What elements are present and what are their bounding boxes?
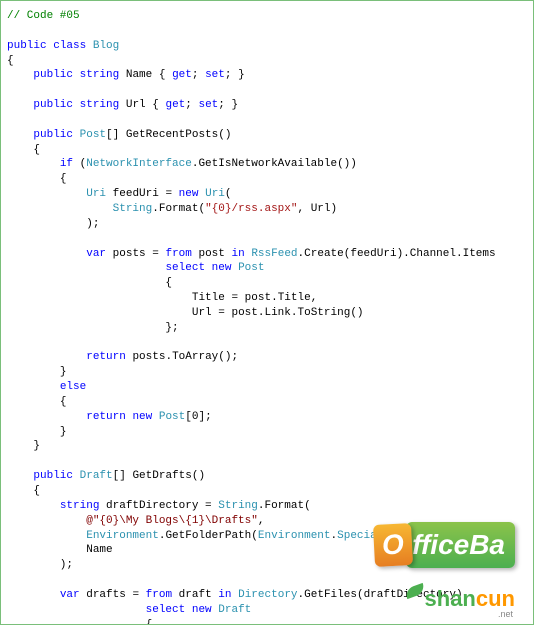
ident: ToArray [172,351,218,363]
punct: () [192,470,205,482]
kw: if [60,158,73,170]
kw: public [33,470,73,482]
string: "{0}/rss.aspx" [205,203,297,215]
type: Blog [93,40,119,52]
string: @"{0}\My Blogs\{1}\Drafts" [86,515,258,527]
type: Draft [218,604,251,616]
kw: new [132,411,152,423]
kw: public [33,99,73,111]
kw: in [232,248,245,260]
type: Uri [86,188,106,200]
ident: Url [192,307,212,319]
ident: ToString [298,307,351,319]
type: RssFeed [251,248,297,260]
kw: from [146,589,172,601]
kw: set [205,69,225,81]
brace: { [33,144,40,156]
logo-shan: shan [425,586,476,611]
ident: post [231,307,257,319]
comment: // Code #05 [7,10,80,22]
ident: post [198,248,224,260]
ident: Items [463,248,496,260]
kw: in [218,589,231,601]
ident: GetFolderPath [165,530,251,542]
type: Environment [258,530,331,542]
leaf-icon [403,583,425,599]
kw: from [165,248,191,260]
kw: get [165,99,185,111]
kw: set [198,99,218,111]
punct: [] [106,129,119,141]
ident: GetIsNetworkAvailable [198,158,337,170]
ident: Channel [410,248,456,260]
kw: new [179,188,199,200]
ident: Format [159,203,199,215]
watermark-officeba: OfficeBa [374,522,515,568]
type: Post [238,262,264,274]
ident: feedUri [350,248,396,260]
ident: posts [113,248,146,260]
type: NetworkInterface [86,158,192,170]
kw: string [60,500,100,512]
kw: return [86,411,126,423]
kw: public [7,40,47,52]
brace: { [60,396,67,408]
punct: () [218,129,231,141]
kw: new [212,262,232,274]
brace: { [33,485,40,497]
brace: { [60,173,67,185]
kw: else [60,381,86,393]
type: Post [159,411,185,423]
ident: Title [192,292,225,304]
logo-letter-o: O [373,523,413,567]
ident: GetDrafts [132,470,191,482]
brace: { [7,55,14,67]
ident: Url [311,203,331,215]
type: Draft [80,470,113,482]
ident: drafts [86,589,126,601]
ident: Name [86,544,112,556]
ident: Url [126,99,146,111]
ident: Create [304,248,344,260]
ident: GetRecentPosts [126,129,218,141]
kw: select [146,604,186,616]
kw: get [172,69,192,81]
code-editor: // Code #05 public class Blog { public s… [0,0,534,625]
ident: Name [126,69,152,81]
kw: public [33,129,73,141]
kw: select [165,262,205,274]
punct: [0]; [185,411,211,423]
type: Environment [86,530,159,542]
ident: feedUri [113,188,159,200]
brace: } [33,440,40,452]
type: String [218,500,258,512]
type: String [113,203,153,215]
type: Uri [205,188,225,200]
ident: post [245,292,271,304]
logo-rest: fficeBa [406,522,515,568]
ident: Link [264,307,290,319]
kw: string [80,69,120,81]
kw: return [86,351,126,363]
ident: Format [264,500,304,512]
type: Post [80,129,106,141]
ident: GetFiles [304,589,357,601]
kw: new [192,604,212,616]
ident: draft [179,589,212,601]
kw: string [80,99,120,111]
kw: var [86,248,106,260]
type: Directory [238,589,297,601]
brace: } [60,426,67,438]
ident: Title [278,292,311,304]
watermark-net: .net [498,608,513,620]
kw: public [33,69,73,81]
punct: [] [113,470,126,482]
kw: class [53,40,86,52]
ident: posts [132,351,165,363]
brace: } [60,366,67,378]
kw: var [60,589,80,601]
ident: draftDirectory [106,500,198,512]
